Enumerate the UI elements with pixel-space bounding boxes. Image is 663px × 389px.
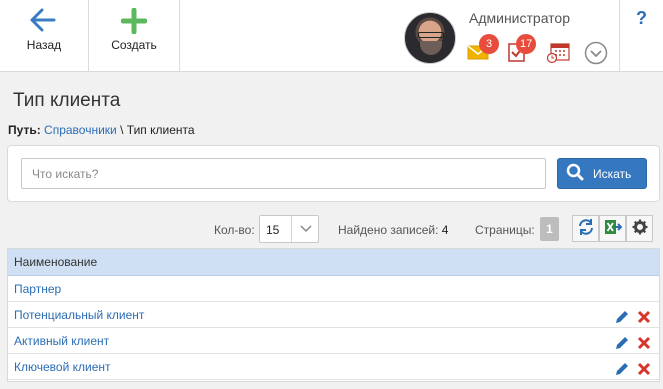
breadcrumb-prefix: Путь: xyxy=(8,123,41,137)
user-name[interactable]: Администратор xyxy=(469,10,570,26)
refresh-button[interactable] xyxy=(572,215,599,242)
page-number-current[interactable]: 1 xyxy=(540,217,559,241)
breadcrumb-link[interactable]: Справочники xyxy=(44,123,117,137)
mail-count-badge: 3 xyxy=(479,34,499,54)
found-count: 4 xyxy=(441,223,449,237)
tasks-count-badge: 17 xyxy=(516,34,537,54)
row-name-link[interactable]: Потенциальный клиент xyxy=(14,308,144,322)
table-row[interactable]: Активный клиент xyxy=(8,328,659,354)
excel-export-icon xyxy=(604,218,622,239)
refresh-icon xyxy=(577,218,595,239)
row-name-link[interactable]: Активный клиент xyxy=(14,334,109,348)
help-button[interactable]: ? xyxy=(619,0,663,72)
row-name-link[interactable]: Партнер xyxy=(14,282,61,296)
top-bar: Назад Создать Администратор 3 17 ? xyxy=(0,0,663,72)
calendar-icon[interactable] xyxy=(546,42,570,67)
pages-label: Страницы: xyxy=(475,223,535,237)
table-row[interactable]: Потенциальный клиент xyxy=(8,302,659,328)
breadcrumb-separator: \ xyxy=(116,123,127,137)
search-panel: Искать xyxy=(7,145,660,202)
qty-select[interactable]: 15 xyxy=(259,215,319,243)
search-input[interactable] xyxy=(21,158,546,189)
create-button[interactable]: Создать xyxy=(89,0,179,72)
chevron-down-icon xyxy=(291,216,319,242)
qty-value: 15 xyxy=(266,223,280,237)
table-row[interactable]: Партнер xyxy=(8,276,659,302)
back-button[interactable]: Назад xyxy=(0,0,88,72)
data-grid: Наименование Партнер Потенциальный клиен… xyxy=(7,248,660,382)
table-row[interactable]: Ключевой клиент xyxy=(8,354,659,380)
chevron-down-icon[interactable] xyxy=(584,41,608,68)
pencil-icon[interactable] xyxy=(615,359,629,385)
export-excel-button[interactable] xyxy=(599,215,626,242)
create-button-label: Создать xyxy=(111,38,157,52)
arrow-left-icon xyxy=(30,8,56,35)
found-label: Найдено записей: xyxy=(338,223,439,237)
plus-icon xyxy=(120,7,148,37)
delete-icon[interactable] xyxy=(637,359,651,385)
search-icon xyxy=(566,163,584,184)
divider xyxy=(179,0,180,72)
back-button-label: Назад xyxy=(26,38,62,52)
page-title: Тип клиента xyxy=(13,90,121,111)
breadcrumb-current: Тип клиента xyxy=(126,123,195,137)
column-header-name[interactable]: Наименование xyxy=(8,249,659,276)
search-button-label: Искать xyxy=(593,166,632,181)
avatar[interactable] xyxy=(404,12,456,64)
search-button[interactable]: Искать xyxy=(557,158,647,189)
gear-icon xyxy=(632,219,648,238)
found-records: Найдено записей: 4 xyxy=(338,223,448,237)
settings-button[interactable] xyxy=(626,215,653,242)
breadcrumb: Путь: Справочники \ Тип клиента xyxy=(8,123,195,137)
qty-label: Кол-во: xyxy=(214,223,255,237)
row-name-link[interactable]: Ключевой клиент xyxy=(14,360,111,374)
